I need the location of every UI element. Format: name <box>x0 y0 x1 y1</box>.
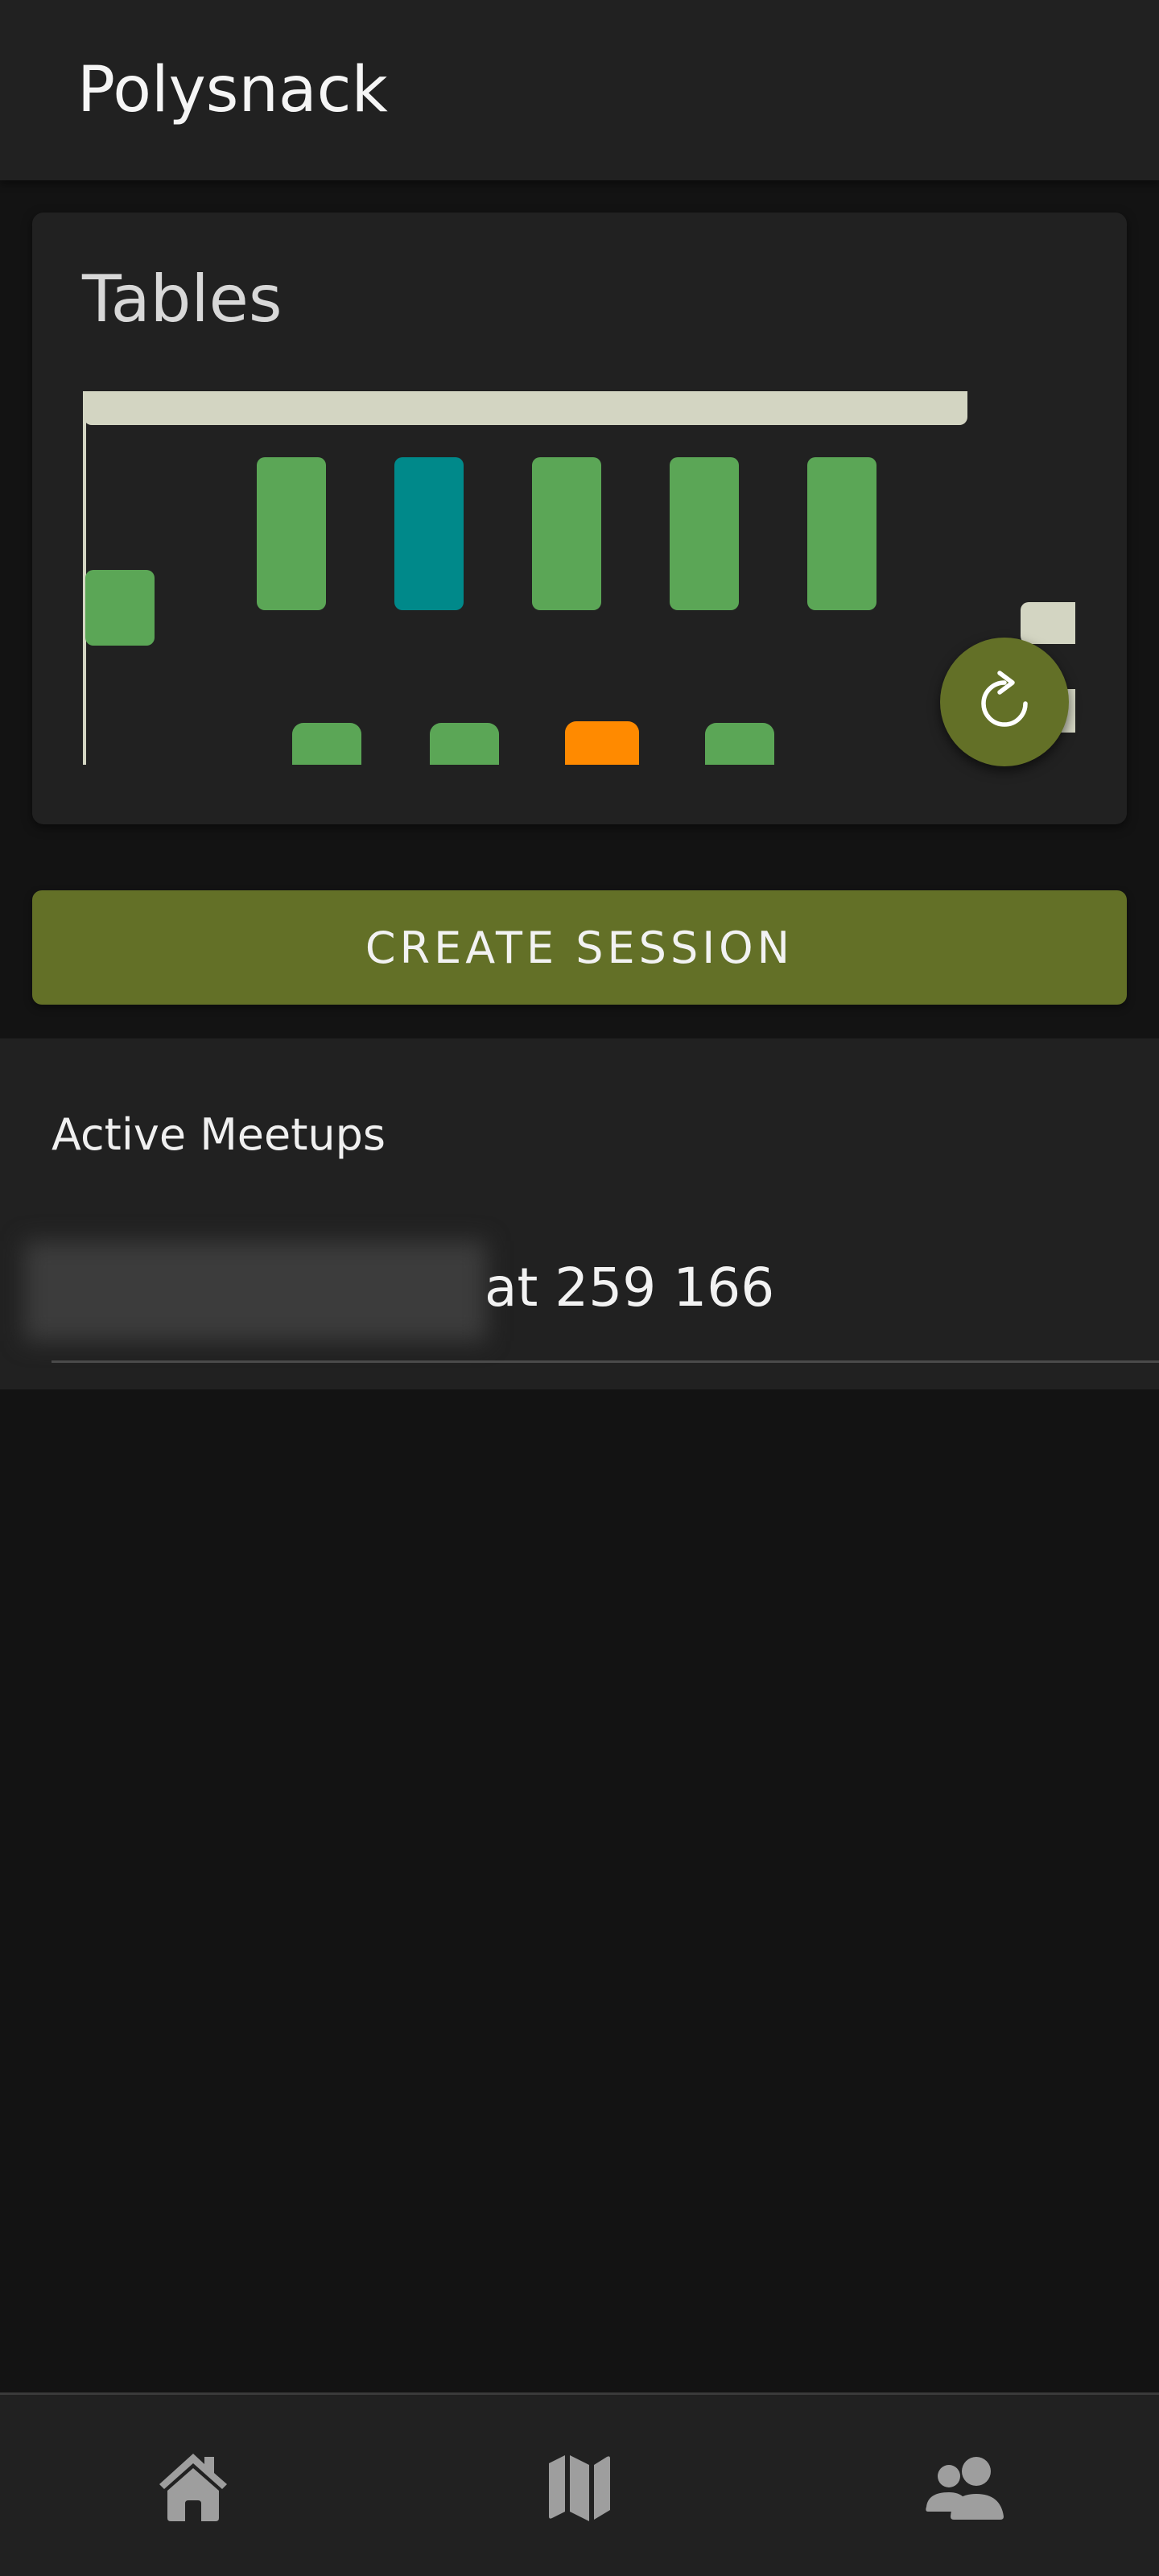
list-divider <box>52 1360 1159 1363</box>
create-session-button[interactable]: CREATE SESSION <box>32 890 1127 1005</box>
table-top-4[interactable] <box>670 457 739 610</box>
refresh-icon <box>981 671 1028 727</box>
table-low-3[interactable] <box>565 721 639 765</box>
home-icon <box>159 2453 227 2521</box>
nav-map[interactable] <box>386 2395 773 2576</box>
table-top-1[interactable] <box>257 457 326 610</box>
app-title: Polysnack <box>77 54 388 126</box>
nav-home[interactable] <box>0 2395 386 2576</box>
map-icon <box>549 2454 610 2521</box>
table-top-3[interactable] <box>532 457 601 610</box>
list-item[interactable]: at 259 166 <box>0 1238 1159 1351</box>
table-low-4[interactable] <box>705 723 774 765</box>
active-meetups-section: Active Meetups at 259 166 <box>0 1038 1159 1389</box>
bottom-navigation <box>0 2392 1159 2576</box>
nav-people[interactable] <box>773 2395 1159 2576</box>
wall-top <box>84 391 967 425</box>
redacted-meetup-name <box>24 1241 486 1341</box>
tables-card: Tables <box>32 213 1127 824</box>
meetup-location-text: at 259 166 <box>485 1257 775 1319</box>
app-bar: Polysnack <box>0 0 1159 180</box>
table-side-left[interactable] <box>85 570 155 646</box>
active-meetups-header: Active Meetups <box>52 1109 386 1160</box>
table-top-2[interactable] <box>394 457 464 610</box>
table-top-5[interactable] <box>807 457 876 610</box>
wall-right-upper <box>1021 602 1075 644</box>
people-icon <box>926 2456 1004 2520</box>
table-low-1[interactable] <box>292 723 361 765</box>
table-low-2[interactable] <box>430 723 499 765</box>
refresh-button[interactable] <box>940 638 1069 766</box>
